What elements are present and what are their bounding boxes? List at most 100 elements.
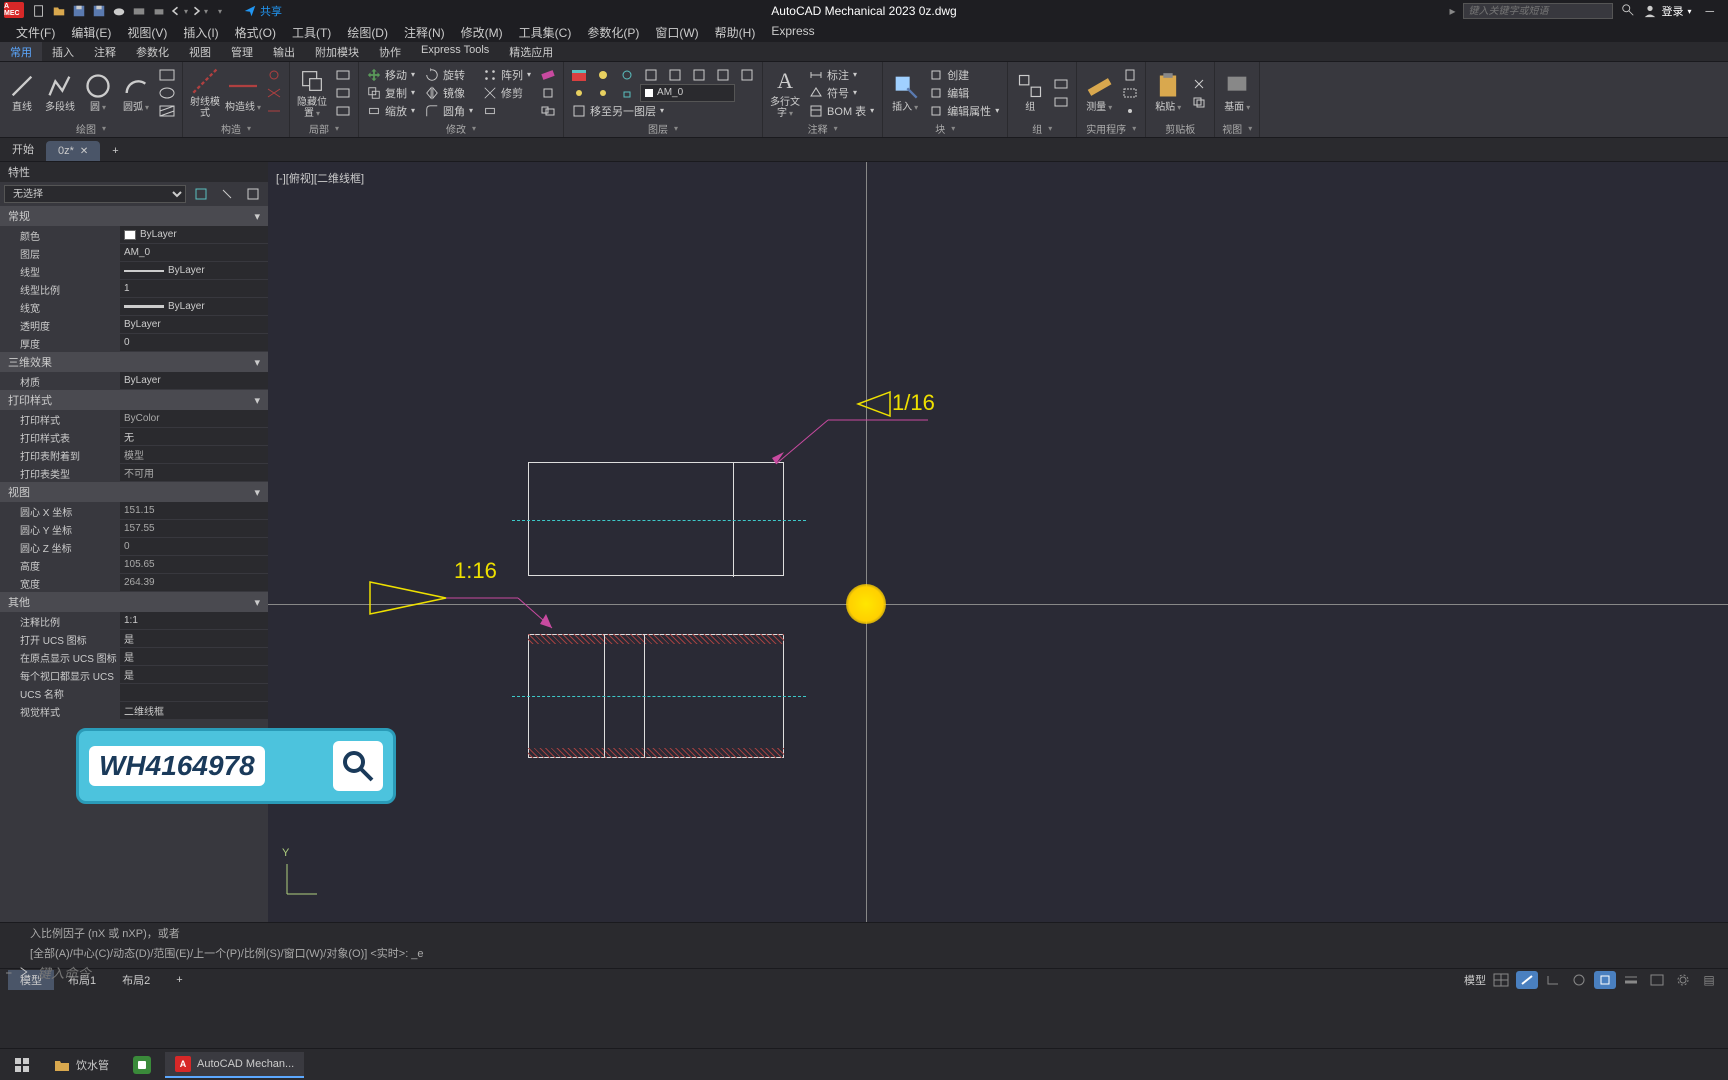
panel-label-utility[interactable]: 实用程序 (1081, 121, 1141, 135)
panel-label-draw[interactable]: 绘图 (4, 121, 178, 135)
symbol-button[interactable]: 符号▾ (805, 84, 878, 102)
paste-button[interactable]: 粘贴 (1150, 65, 1186, 121)
ribbon-tab-express[interactable]: Express Tools (411, 42, 499, 61)
ribbon-tab-view[interactable]: 视图 (179, 42, 221, 61)
command-handle-icon[interactable]: ⎯ (6, 967, 12, 980)
layer-match-icon[interactable] (640, 66, 662, 84)
polyline-button[interactable]: 多段线 (42, 65, 78, 121)
ribbon-tab-collab[interactable]: 协作 (369, 42, 411, 61)
selection-filter[interactable]: 无选择 (4, 185, 186, 203)
stretch-button[interactable]: 缩放▾ (363, 102, 419, 120)
ribbon-tab-insert[interactable]: 插入 (42, 42, 84, 61)
new-icon[interactable] (30, 2, 48, 20)
conline-cross-icon[interactable] (263, 84, 285, 102)
menu-express[interactable]: Express (763, 22, 822, 42)
print-icon[interactable] (150, 2, 168, 20)
extend-icon[interactable] (479, 102, 535, 120)
conline-project-icon[interactable] (263, 102, 285, 120)
eraser-icon[interactable] (537, 66, 559, 84)
prop-transp-value[interactable]: ByLayer (120, 316, 268, 334)
panel-label-layers[interactable]: 图层 (568, 121, 758, 135)
menu-modify[interactable]: 修改(M) (453, 22, 511, 42)
share-button[interactable]: 共享 (244, 3, 282, 19)
select-objects-icon[interactable] (242, 185, 264, 203)
copy-clip-icon[interactable] (1188, 93, 1210, 111)
menu-window[interactable]: 窗口(W) (647, 22, 706, 42)
doc-tab-current[interactable]: 0z*✕ (46, 141, 100, 161)
prop-material-value[interactable]: ByLayer (120, 372, 268, 390)
ribbon-tab-manage[interactable]: 管理 (221, 42, 263, 61)
prop-vstyle-value[interactable]: 二维线框 (120, 702, 268, 720)
ribbon-tab-annotate[interactable]: 注释 (84, 42, 126, 61)
layer-iso-icon[interactable] (664, 66, 686, 84)
move-to-layer-button[interactable]: 移至另一图层▾ (568, 102, 758, 120)
login-button[interactable]: 登录 ▾ (1643, 3, 1691, 19)
taskbar-folder[interactable]: 饮水管 (44, 1052, 119, 1078)
close-icon[interactable]: ✕ (80, 146, 88, 157)
open-icon[interactable] (50, 2, 68, 20)
panel-label-view[interactable]: 视图 (1219, 121, 1255, 135)
copy-button[interactable]: 复制▾ (363, 84, 419, 102)
search-input[interactable] (1463, 3, 1613, 19)
command-input[interactable] (38, 966, 1723, 981)
panel-label-block[interactable]: 块 (887, 121, 1003, 135)
select-icon[interactable] (1119, 84, 1141, 102)
drawing-canvas[interactable]: [-][俯视][二维线框] 1/16 1:16 Y (268, 162, 1728, 922)
prop-ltype-value[interactable]: ByLayer (120, 262, 268, 280)
measure-button[interactable]: 测量 (1081, 65, 1117, 121)
section-general[interactable]: 常规▾ (0, 206, 268, 226)
mtext-button[interactable]: A多行文字 (767, 65, 803, 121)
menu-draw[interactable]: 绘图(D) (339, 22, 396, 42)
point-icon[interactable] (1119, 102, 1141, 120)
fillet-button[interactable]: 圆角▾ (421, 102, 477, 120)
prop-thick-value[interactable]: 0 (120, 334, 268, 352)
circle-button[interactable]: 圆 (80, 65, 116, 121)
ray-button[interactable]: 射线模式 (187, 65, 223, 121)
menu-help[interactable]: 帮助(H) (707, 22, 764, 42)
ribbon-tab-home[interactable]: 常用 (0, 42, 42, 61)
menu-annotate[interactable]: 注释(N) (396, 22, 453, 42)
array-button[interactable]: 阵列▾ (479, 66, 535, 84)
prop-annoscale-value[interactable]: 1:1 (120, 612, 268, 630)
ellipse-icon[interactable] (156, 84, 178, 102)
menu-view[interactable]: 视图(V) (119, 22, 175, 42)
save-icon[interactable] (70, 2, 88, 20)
hide-1-icon[interactable] (332, 66, 354, 84)
dim-button[interactable]: 标注▾ (805, 66, 878, 84)
cut-icon[interactable] (1188, 75, 1210, 93)
prop-ucsicon-value[interactable]: 是 (120, 630, 268, 648)
group-button[interactable]: 组 (1012, 65, 1048, 121)
start-button[interactable] (4, 1052, 40, 1078)
create-block-button[interactable]: 创建 (925, 66, 1003, 84)
section-view[interactable]: 视图▾ (0, 482, 268, 502)
trim-button[interactable]: 修剪 (479, 84, 535, 102)
panel-label-edit[interactable]: 局部 (294, 121, 354, 135)
menu-insert[interactable]: 插入(I) (175, 22, 226, 42)
layer-sun-icon[interactable] (568, 84, 590, 102)
edit-attr-button[interactable]: 编辑属性▾ (925, 102, 1003, 120)
taskbar-camtasia[interactable] (123, 1052, 161, 1078)
prop-ucsperv-value[interactable]: 是 (120, 666, 268, 684)
prop-ucsname-value[interactable] (120, 684, 268, 702)
prop-ucsorigin-value[interactable]: 是 (120, 648, 268, 666)
ungroup-icon[interactable] (1050, 93, 1072, 111)
saveas-icon[interactable] (90, 2, 108, 20)
panel-label-annotation[interactable]: 注释 (767, 121, 878, 135)
ribbon-tab-parametric[interactable]: 参数化 (126, 42, 179, 61)
prop-layer-value[interactable]: AM_0 (120, 244, 268, 262)
calc-icon[interactable] (1119, 66, 1141, 84)
mirror-button[interactable]: 镜像 (421, 84, 477, 102)
base-view-button[interactable]: 基面 (1219, 65, 1255, 121)
layer-bulb-icon[interactable] (592, 84, 614, 102)
layer-unlock-icon[interactable] (616, 84, 638, 102)
minimize-icon[interactable]: ─ (1699, 4, 1720, 18)
section-plot[interactable]: 打印样式▾ (0, 390, 268, 410)
ribbon-tab-output[interactable]: 输出 (263, 42, 305, 61)
line-button[interactable]: 直线 (4, 65, 40, 121)
conline-circle-icon[interactable] (263, 66, 285, 84)
menu-tools[interactable]: 工具(T) (284, 22, 339, 42)
bom-button[interactable]: BOM 表▾ (805, 102, 878, 120)
prop-color-value[interactable]: ByLayer (120, 226, 268, 244)
cloud-icon[interactable] (110, 2, 128, 20)
app-logo[interactable]: A MEC (4, 2, 24, 18)
